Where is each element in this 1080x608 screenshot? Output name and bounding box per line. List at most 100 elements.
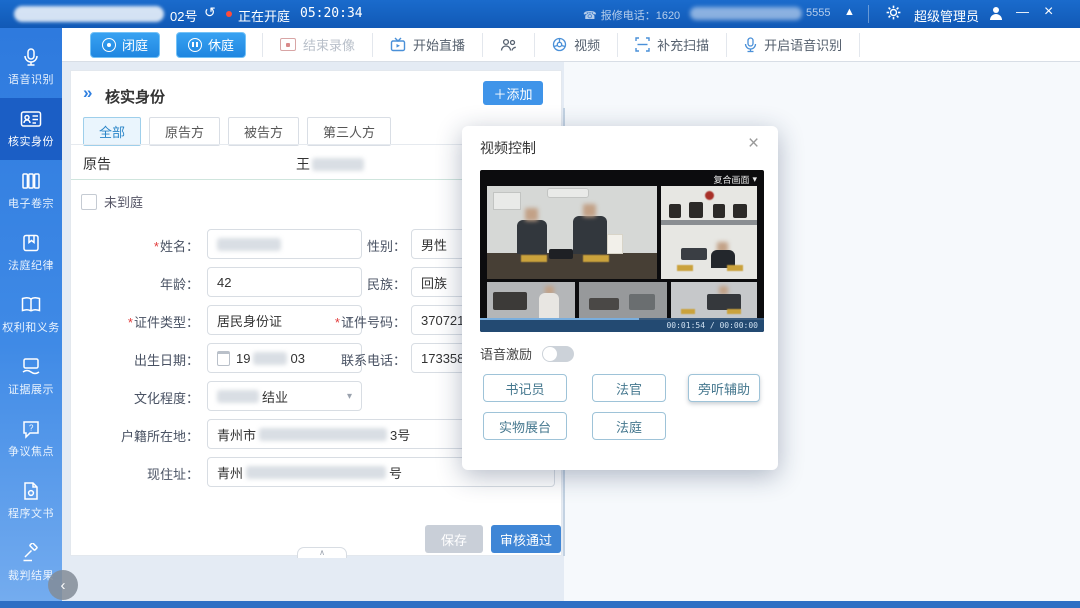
recording-dot-icon <box>226 11 232 17</box>
close-button[interactable]: × <box>1044 3 1053 21</box>
video-control-modal: 视频控制 × 复合画面 ▾ <box>462 126 778 470</box>
camera-clerk-button[interactable]: 书记员 <box>483 374 567 402</box>
approve-button[interactable]: 审核通过 <box>491 525 561 553</box>
video-cell-litigants <box>487 186 657 279</box>
redacted-name <box>312 158 364 171</box>
tab-defendant[interactable]: 被告方 <box>228 117 299 146</box>
video-progress-bar[interactable]: 00:01:54 / 00:00:00 <box>480 318 764 332</box>
tab-third-party[interactable]: 第三人方 <box>307 117 391 146</box>
user-avatar-icon[interactable] <box>988 5 1004 26</box>
breadcrumb-chevrons-icon: » <box>83 83 92 103</box>
open-book-icon <box>20 295 42 315</box>
courtroom-number: 02号 <box>170 6 197 25</box>
party-name: 王 <box>296 154 364 174</box>
redacted-hotline <box>690 7 802 20</box>
svg-text:?: ? <box>29 424 34 433</box>
live-tv-icon <box>390 37 406 52</box>
voice-activation-row: 语音激励 <box>480 344 574 363</box>
camera-judge-button[interactable]: 法官 <box>592 374 666 402</box>
sidebar-collapse-button[interactable]: ‹ <box>48 570 78 600</box>
titlebar-divider <box>868 5 869 23</box>
voice-activation-label: 语音激励 <box>480 344 532 363</box>
supplementary-scan-button[interactable]: 补充扫描 <box>618 28 726 61</box>
tab-plaintiff[interactable]: 原告方 <box>149 117 220 146</box>
video-timecode: 00:01:54 / 00:00:00 <box>666 321 758 330</box>
hotline-tail: 5555 <box>806 7 830 19</box>
current-user[interactable]: 超级管理员 <box>914 6 979 25</box>
reset-icon[interactable]: ↺ <box>204 4 216 21</box>
video-button[interactable]: 视频 <box>535 28 617 61</box>
cert-type-label: *证件类型： <box>75 312 199 331</box>
gender-label: 性别： <box>282 236 406 255</box>
pause-circle-icon <box>188 38 202 52</box>
recess-button[interactable]: 休庭 <box>176 32 246 58</box>
end-recording-button: 结束录像 <box>263 28 372 61</box>
party-role: 原告 <box>83 154 111 174</box>
gavel-icon <box>21 543 41 563</box>
voice-activation-toggle[interactable] <box>542 346 574 362</box>
phone-icon: ☎ <box>583 9 597 22</box>
people-icon <box>500 38 517 52</box>
start-speech-recognition-button[interactable]: 开启语音识别 <box>727 28 859 61</box>
absent-checkbox[interactable] <box>81 194 97 210</box>
camera-gallery-button[interactable]: 旁听辅助 <box>688 374 760 402</box>
video-globe-icon <box>552 37 567 52</box>
book-icon <box>21 233 41 253</box>
sidebar-item-dispute-focus[interactable]: ? 争议焦点 <box>0 408 62 470</box>
document-icon <box>21 481 41 501</box>
cert-no-label: *证件号码： <box>282 312 406 331</box>
id-card-icon <box>20 109 42 129</box>
sidebar-item-evidence-display[interactable]: 证据展示 <box>0 346 62 408</box>
redacted-case-title <box>14 6 164 22</box>
sidebar-item-court-discipline[interactable]: 法庭纪律 <box>0 222 62 284</box>
hotline-label: ☎ 报修电话：1620 <box>583 7 680 23</box>
sidebar-item-rights-obligations[interactable]: 权利和义务 <box>0 284 62 346</box>
education-select[interactable]: 结业▾ <box>207 381 362 411</box>
birth-date-label: 出生日期： <box>75 350 199 369</box>
mic-icon <box>21 47 41 67</box>
close-court-button[interactable]: 闭庭 <box>90 32 160 58</box>
video-cell-aux-1 <box>487 282 575 318</box>
camera-courtroom-button[interactable]: 法庭 <box>592 412 666 440</box>
panel-title: 核实身份 <box>105 86 165 107</box>
eject-icon[interactable]: ▲ <box>844 6 855 18</box>
tab-all[interactable]: 全部 <box>83 117 141 146</box>
session-toolbar: 闭庭 休庭 结束录像 开始直播 视频 补充扫描 开启语音识别 <box>62 28 1080 62</box>
add-party-button[interactable]: ＋添加 <box>483 81 543 105</box>
absent-checkbox-row: 未到庭 <box>81 192 143 211</box>
record-icon <box>280 38 296 51</box>
start-live-button[interactable]: 开始直播 <box>373 28 482 61</box>
archive-icon <box>21 171 41 191</box>
caret-down-icon: ▾ <box>752 174 757 185</box>
evidence-display-icon <box>20 357 42 377</box>
scan-frame-icon <box>635 37 650 52</box>
camera-exhibit-stand-button[interactable]: 实物展台 <box>483 412 567 440</box>
video-cell-aux-3 <box>671 282 757 318</box>
calendar-icon <box>217 351 230 366</box>
save-button[interactable]: 保存 <box>425 525 483 553</box>
panel-collapse-tab[interactable]: ∧ <box>297 547 347 558</box>
sidebar-item-verify-identity[interactable]: 核实身份 <box>0 98 62 160</box>
settings-gear-icon[interactable] <box>886 5 901 25</box>
hearing-status: 正在开庭 <box>238 6 290 25</box>
ethnicity-label: 民族： <box>282 274 406 293</box>
bottom-status-strip <box>0 601 1080 608</box>
minimize-button[interactable]: — <box>1016 4 1029 19</box>
question-bubble-icon: ? <box>21 419 41 439</box>
absent-label: 未到庭 <box>104 192 143 211</box>
title-bar: 02号 ↺ 正在开庭 05:20:34 ☎ 报修电话：1620 5555 ▲ 超… <box>0 0 1080 28</box>
sidebar-item-procedural-documents[interactable]: 程序文书 <box>0 470 62 532</box>
participants-button[interactable] <box>483 28 534 61</box>
video-cell-aux-2 <box>579 282 667 318</box>
phone-label: 联系电话： <box>282 350 406 369</box>
courtroom-video-feed[interactable]: 复合画面 ▾ <box>480 170 764 332</box>
left-navigation-sidebar: 语音识别 核实身份 电子卷宗 法庭纪律 权利和义务 证据展示 ? 争议焦点 程序… <box>0 28 62 602</box>
name-label: *姓名： <box>75 236 199 255</box>
education-label: 文化程度： <box>75 388 199 407</box>
composite-view-selector[interactable]: 复合画面 ▾ <box>713 173 757 186</box>
household-label: 户籍所在地： <box>75 426 199 445</box>
sidebar-item-speech-recognition[interactable]: 语音识别 <box>0 36 62 98</box>
hearing-timer: 05:20:34 <box>300 6 363 21</box>
modal-close-icon[interactable]: × <box>748 133 759 155</box>
sidebar-item-electronic-files[interactable]: 电子卷宗 <box>0 160 62 222</box>
